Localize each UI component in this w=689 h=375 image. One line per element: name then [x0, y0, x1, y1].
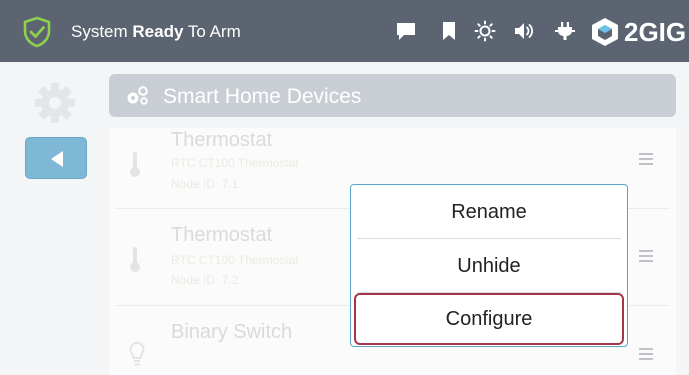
system-status[interactable]: System Ready To Arm — [71, 22, 241, 42]
device-model: RTC CT100 Thermostat — [171, 156, 299, 170]
volume-icon[interactable] — [513, 20, 535, 42]
2gig-logo-icon — [592, 18, 618, 46]
gear-icon[interactable] — [32, 80, 78, 126]
menu-divider — [357, 238, 621, 239]
message-icon[interactable] — [395, 20, 417, 42]
device-name: Binary Switch — [171, 321, 293, 343]
bookmark-icon[interactable] — [438, 20, 460, 42]
device-node-id: Node ID: 7.1 — [171, 177, 239, 191]
menu-icon[interactable] — [639, 250, 653, 262]
section-header: Smart Home Devices — [109, 74, 676, 117]
thermometer-icon — [130, 152, 140, 177]
smart-home-devices-icon — [127, 86, 148, 105]
status-suffix: To Arm — [183, 22, 241, 41]
brightness-icon[interactable] — [474, 20, 496, 42]
brand-logo: 2GIG — [590, 12, 686, 52]
device-name: Thermostat — [171, 129, 273, 151]
lightbulb-icon — [129, 341, 145, 366]
logo-text: 2GIG — [624, 16, 687, 47]
menu-icon[interactable] — [639, 348, 653, 360]
device-name: Thermostat — [171, 224, 273, 246]
back-arrow-icon — [51, 151, 63, 167]
device-model: RTC CT100 Thermostat — [171, 253, 299, 267]
screen: System Ready To Arm 2GIG Smart Home Devi… — [0, 0, 689, 375]
context-menu: Rename Unhide Configure — [350, 184, 628, 347]
configure-menu-item[interactable]: Configure — [354, 293, 624, 345]
back-button[interactable] — [25, 137, 87, 179]
thermometer-icon — [130, 247, 140, 272]
shield-check-icon[interactable] — [22, 16, 52, 48]
menu-icon[interactable] — [639, 153, 653, 165]
status-bold: Ready — [132, 22, 184, 41]
unhide-menu-item[interactable]: Unhide — [357, 241, 621, 291]
top-bar: System Ready To Arm 2GIG — [0, 0, 689, 62]
status-prefix: System — [71, 22, 133, 41]
page-title: Smart Home Devices — [163, 85, 362, 108]
rename-menu-item[interactable]: Rename — [357, 187, 621, 237]
device-node-id: Node ID: 7.2 — [171, 273, 239, 287]
power-plug-icon[interactable] — [554, 20, 576, 42]
